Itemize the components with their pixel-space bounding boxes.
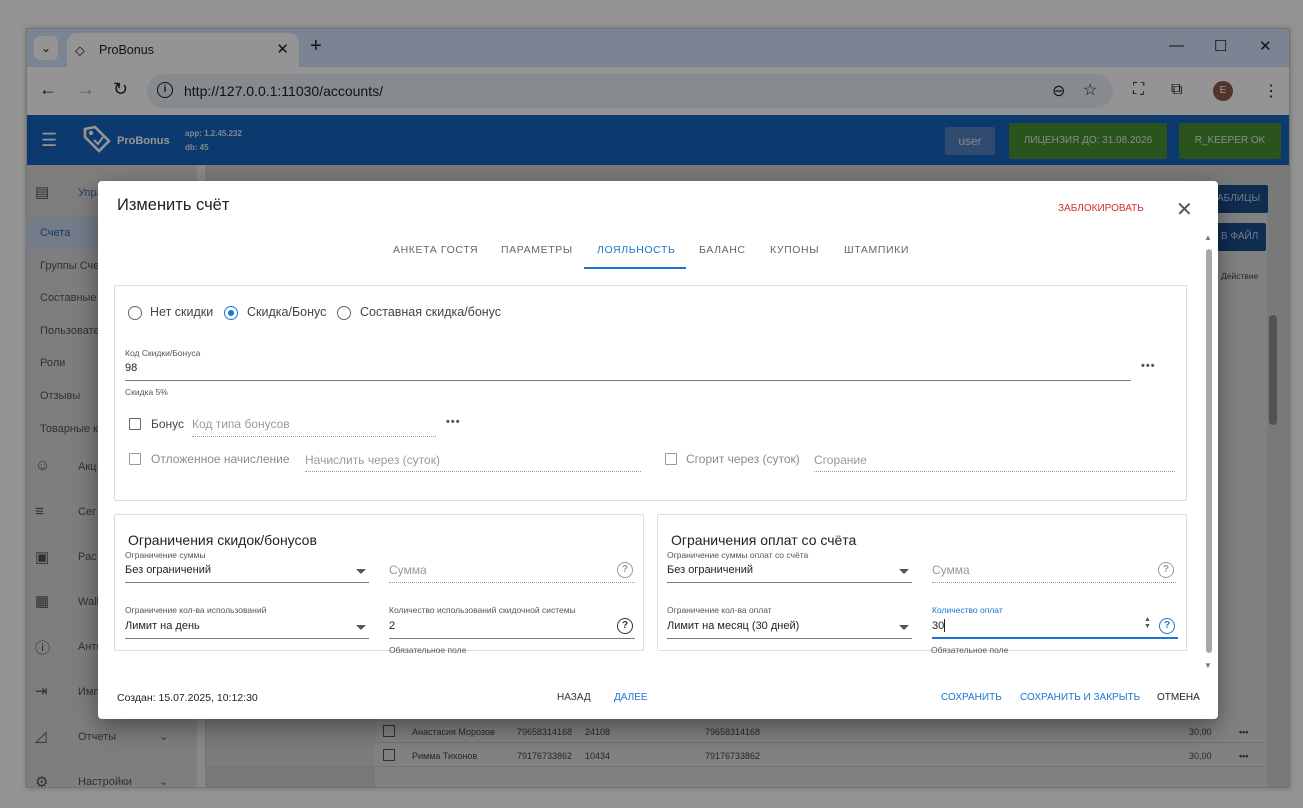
cancel-button[interactable]: ОТМЕНА — [1157, 692, 1200, 703]
tab-loyalty[interactable]: ЛОЯЛЬНОСТЬ — [597, 244, 675, 256]
payment-limits-panel: Ограничения оплат со счёта Ограничение с… — [657, 514, 1187, 651]
block-button[interactable]: ЗАБЛОКИРОВАТЬ — [1058, 203, 1144, 214]
edit-account-dialog: Изменить счёт ЗАБЛОКИРОВАТЬ ✕ АНКЕТА ГОС… — [98, 181, 1218, 719]
payments-count-input[interactable]: 30 — [932, 620, 944, 632]
radio-no-discount-label[interactable]: Нет скидки — [150, 305, 213, 319]
count-limit-label: Ограничение кол-ва использований — [125, 605, 267, 615]
sum-input-underline — [389, 582, 635, 583]
deferred-days-underline — [305, 471, 641, 472]
sum-limit-label: Ограничение суммы — [125, 550, 206, 560]
tab-guest-profile[interactable]: АНКЕТА ГОСТЯ — [393, 244, 478, 256]
count-limit-select[interactable]: Лимит на день — [125, 620, 200, 632]
help-icon[interactable]: ? — [1158, 562, 1174, 578]
bonus-type-underline — [192, 436, 436, 437]
sum-input[interactable]: Сумма — [389, 563, 427, 577]
next-button[interactable]: ДАЛЕЕ — [614, 692, 648, 703]
bonus-checkbox[interactable] — [129, 418, 141, 430]
chevron-down-icon[interactable] — [356, 625, 366, 630]
chevron-down-icon[interactable] — [899, 625, 909, 630]
expire-label[interactable]: Сгорит через (суток) — [686, 452, 800, 466]
bonus-type-input[interactable]: Код типа бонусов — [192, 417, 290, 431]
uses-required-hint: Обязательное поле — [389, 645, 467, 655]
expire-underline — [814, 471, 1175, 472]
payment-sum-limit-label: Ограничение суммы оплат со счёта — [667, 550, 809, 560]
scroll-up-icon[interactable]: ▲ — [1204, 233, 1212, 242]
expire-input[interactable]: Сгорание — [814, 453, 867, 467]
radio-no-discount[interactable] — [128, 306, 142, 320]
uses-count-input[interactable]: 2 — [389, 620, 395, 632]
active-tab-indicator — [584, 267, 686, 269]
loyalty-panel: Нет скидки Скидка/Бонус Составная скидка… — [114, 285, 1187, 501]
help-icon[interactable]: ? — [617, 618, 633, 634]
payment-count-limit-select[interactable]: Лимит на месяц (30 дней) — [667, 620, 799, 632]
deferred-label[interactable]: Отложенное начисление — [151, 452, 290, 466]
text-cursor — [944, 619, 945, 632]
help-icon[interactable]: ? — [617, 562, 633, 578]
payment-count-limit-underline — [667, 638, 912, 639]
chevron-down-icon[interactable] — [356, 569, 366, 574]
dialog-title: Изменить счёт — [117, 196, 230, 214]
payment-sum-limit-select[interactable]: Без ограничений — [667, 564, 753, 576]
payment-count-limit-label: Ограничение кол-ва оплат — [667, 605, 772, 615]
uses-count-label: Количество использований скидочной систе… — [389, 605, 576, 615]
payments-required-hint: Обязательное поле — [931, 645, 1009, 655]
chevron-down-icon[interactable] — [899, 569, 909, 574]
discount-code-label: Код Скидки/Бонуса — [125, 348, 201, 358]
discount-limits-panel: Ограничения скидок/бонусов Ограничение с… — [114, 514, 644, 651]
discount-code-picker-icon[interactable]: ••• — [1141, 360, 1156, 372]
tab-stamps[interactable]: ШТАМПИКИ — [844, 244, 909, 256]
payment-sum-underline — [932, 582, 1176, 583]
back-button[interactable]: НАЗАД — [557, 692, 591, 703]
bonus-type-picker-icon[interactable]: ••• — [446, 416, 461, 428]
close-icon[interactable]: ✕ — [1176, 197, 1193, 222]
discount-limits-title: Ограничения скидок/бонусов — [128, 532, 317, 548]
deferred-days-input[interactable]: Начислить через (суток) — [305, 453, 440, 467]
tab-balance[interactable]: БАЛАНС — [699, 244, 746, 256]
radio-composite[interactable] — [337, 306, 351, 320]
payment-sum-input[interactable]: Сумма — [932, 563, 970, 577]
uses-count-underline — [389, 638, 635, 639]
payment-sum-limit-underline — [667, 582, 912, 583]
tab-coupons[interactable]: КУПОНЫ — [770, 244, 819, 256]
sum-limit-underline — [125, 582, 369, 583]
payment-limits-title: Ограничения оплат со счёта — [671, 532, 857, 548]
scroll-down-icon[interactable]: ▼ — [1204, 661, 1212, 670]
radio-composite-label[interactable]: Составная скидка/бонус — [360, 305, 501, 319]
radio-discount-bonus-label[interactable]: Скидка/Бонус — [247, 305, 326, 319]
created-timestamp: Создан: 15.07.2025, 10:12:30 — [117, 692, 258, 704]
help-icon[interactable]: ? — [1159, 618, 1175, 634]
deferred-checkbox[interactable] — [129, 453, 141, 465]
expire-checkbox[interactable] — [665, 453, 677, 465]
bonus-label[interactable]: Бонус — [151, 417, 184, 431]
discount-code-input[interactable]: 98 — [125, 362, 137, 374]
payments-count-label: Количество оплат — [932, 605, 1003, 615]
discount-code-hint: Скидка 5% — [125, 387, 168, 397]
dialog-scrollbar[interactable] — [1206, 249, 1212, 653]
number-stepper-icon[interactable]: ▲ ▼ — [1144, 616, 1151, 630]
radio-discount-bonus[interactable] — [224, 306, 238, 320]
save-and-close-button[interactable]: СОХРАНИТЬ И ЗАКРЫТЬ — [1020, 692, 1140, 703]
payments-count-underline — [932, 637, 1178, 639]
discount-code-underline — [125, 380, 1131, 381]
count-limit-underline — [125, 638, 369, 639]
sum-limit-select[interactable]: Без ограничений — [125, 564, 211, 576]
tab-parameters[interactable]: ПАРАМЕТРЫ — [501, 244, 573, 256]
save-button[interactable]: СОХРАНИТЬ — [941, 692, 1002, 703]
